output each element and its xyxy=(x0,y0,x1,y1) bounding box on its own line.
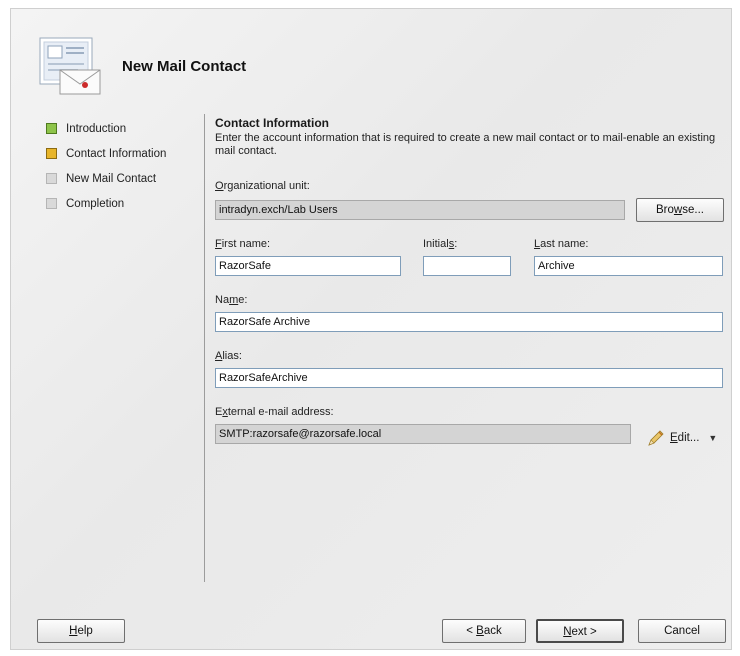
step-introduction[interactable]: Introduction xyxy=(46,116,166,141)
step-label: Contact Information xyxy=(66,147,167,160)
step-completion[interactable]: Completion xyxy=(46,191,166,216)
step-pending-icon xyxy=(46,173,57,184)
help-button[interactable]: Help xyxy=(37,619,125,643)
name-label: Name: xyxy=(215,294,248,306)
step-pending-icon xyxy=(46,198,57,209)
initials-label: Initials: xyxy=(423,238,458,250)
initials-field[interactable] xyxy=(423,256,511,276)
step-complete-icon xyxy=(46,123,57,134)
alias-label: Alias: xyxy=(215,350,242,362)
last-name-field[interactable]: Archive xyxy=(534,256,723,276)
step-current-icon xyxy=(46,148,57,159)
next-button[interactable]: Next > xyxy=(536,619,624,643)
step-label: New Mail Contact xyxy=(66,172,157,185)
email-label: External e-mail address: xyxy=(215,406,334,418)
last-name-label: Last name: xyxy=(534,238,589,250)
wizard-title: New Mail Contact xyxy=(122,58,247,75)
wizard-steps: Introduction Contact Information New Mai… xyxy=(46,116,166,216)
step-new-mail-contact[interactable]: New Mail Contact xyxy=(46,166,166,191)
page-heading: Contact Information xyxy=(215,116,329,130)
cancel-button[interactable]: Cancel xyxy=(638,619,726,643)
name-field[interactable]: RazorSafe Archive xyxy=(215,312,723,332)
step-label: Introduction xyxy=(66,122,127,135)
ou-label: Organizational unit: xyxy=(215,180,310,192)
step-contact-information[interactable]: Contact Information xyxy=(46,141,166,166)
chevron-down-icon[interactable]: ▼ xyxy=(708,433,717,443)
first-name-field[interactable]: RazorSafe xyxy=(215,256,401,276)
step-label: Completion xyxy=(66,197,125,210)
page-intro: Contact Information Enter the account in… xyxy=(215,116,723,158)
alias-field[interactable]: RazorSafeArchive xyxy=(215,368,723,388)
back-button[interactable]: < Back xyxy=(442,619,526,643)
edit-button[interactable]: Edit... ▼ xyxy=(646,428,717,448)
wizard-divider xyxy=(204,114,205,582)
edit-pencil-icon xyxy=(648,430,664,446)
email-field[interactable]: SMTP:razorsafe@razorsafe.local xyxy=(215,424,631,444)
ou-field[interactable]: intradyn.exch/Lab Users xyxy=(215,200,625,220)
first-name-label: First name: xyxy=(215,238,271,250)
browse-button[interactable]: Browse... xyxy=(636,198,724,222)
mail-contact-icon xyxy=(39,37,101,95)
page-description: Enter the account information that is re… xyxy=(215,132,716,157)
